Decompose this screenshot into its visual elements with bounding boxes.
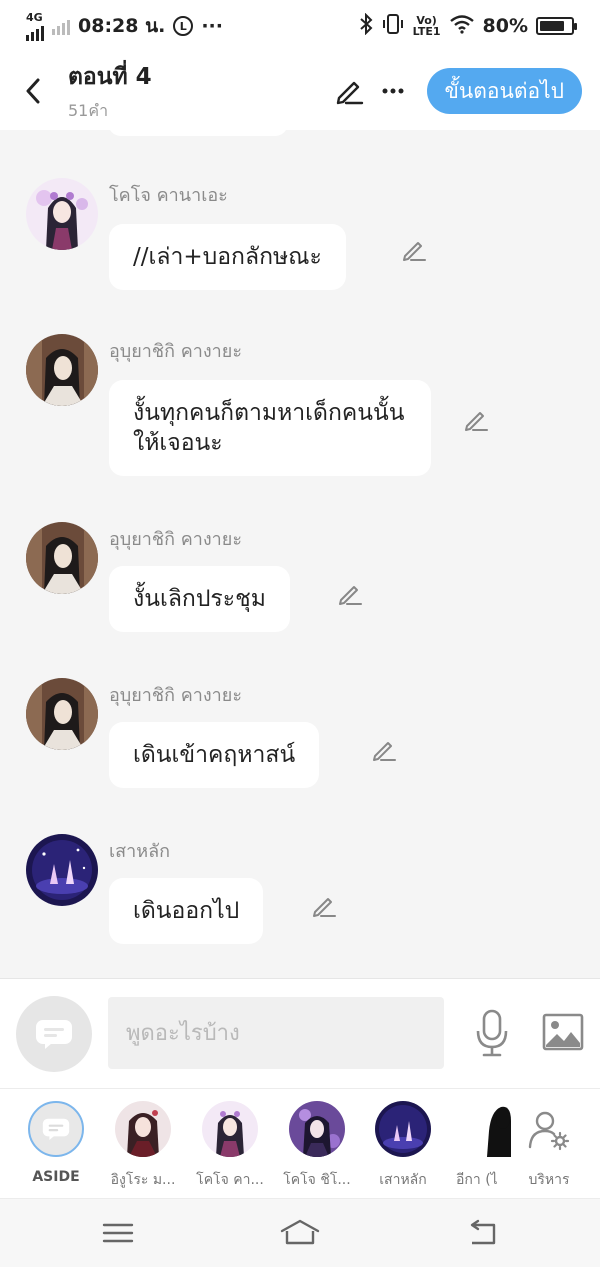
avatar-kagaya[interactable] — [26, 522, 98, 594]
chat-area[interactable]: โคโจ คานาเอะ //เล่า+บอกลักษณะ อุบุยาชิกิ… — [0, 130, 600, 978]
character-avatar — [115, 1101, 171, 1157]
message-bubble[interactable]: เดินออกไป — [109, 878, 264, 944]
page-title: ตอนที่ 4 — [68, 63, 152, 90]
battery-icon — [536, 17, 577, 35]
character-pillar[interactable]: เสาหลัก — [364, 1101, 442, 1191]
sender-name: อุบุยาชิกิ คางายะ — [109, 341, 242, 362]
message-bubble[interactable]: งั้นเลิกประชุม — [109, 566, 290, 632]
character-shinobu[interactable]: โคโจ ชิโ... — [278, 1101, 356, 1191]
home-icon — [280, 1219, 320, 1245]
edit-message-button[interactable] — [310, 892, 338, 920]
character-bar[interactable]: ASIDE อิงูโระ ม... โคโจ คา... โคโจ ชิโ..… — [0, 1088, 600, 1198]
back-arrow-icon — [470, 1219, 496, 1245]
manage-characters-button[interactable]: บริหาร — [510, 1101, 588, 1191]
message-input[interactable] — [108, 997, 444, 1069]
header: ตอนที่ 4 51คำ ขั้นตอนต่อไป — [0, 52, 600, 130]
aside-toggle-button[interactable] — [16, 996, 92, 1072]
character-name: บริหาร — [528, 1172, 570, 1188]
vibrate-icon — [381, 13, 405, 40]
avatar-kanae[interactable] — [26, 178, 98, 250]
edit-message-button[interactable] — [462, 406, 490, 434]
character-obanai[interactable]: อิงูโระ ม... — [104, 1101, 182, 1191]
manage-avatar — [521, 1101, 577, 1157]
message-bubble[interactable]: งั้นทุกคนก็ตามหาเด็กคนนั้นให้เจอนะ — [109, 380, 431, 476]
network-type: 4G — [26, 10, 43, 24]
status-time: 08:28 น. — [78, 15, 166, 37]
edit-message-button[interactable] — [370, 736, 398, 764]
next-step-button[interactable]: ขั้นตอนต่อไป — [426, 68, 582, 114]
more-button[interactable] — [373, 71, 413, 111]
sender-name: เสาหลัก — [109, 841, 171, 862]
back-nav-button[interactable] — [464, 1217, 504, 1249]
avatar-kagaya[interactable] — [26, 678, 98, 750]
avatar-kagaya[interactable] — [26, 334, 98, 406]
pencil-icon — [313, 898, 336, 917]
character-name: อีกา (ไ — [456, 1172, 498, 1188]
pencil-icon — [339, 586, 362, 605]
edit-message-button[interactable] — [336, 580, 364, 608]
system-nav-bar — [0, 1198, 600, 1267]
image-icon — [542, 1013, 584, 1051]
character-name: โคโจ คา... — [196, 1172, 264, 1188]
image-button[interactable] — [542, 1013, 584, 1051]
character-avatar — [460, 1101, 516, 1157]
character-avatar — [289, 1101, 345, 1157]
pencil-icon — [373, 742, 396, 761]
pencil-icon — [336, 81, 363, 105]
word-count: 51คำ — [68, 100, 109, 120]
character-avatar — [375, 1101, 431, 1157]
home-nav-button[interactable] — [280, 1217, 320, 1249]
sender-name: อุบุยาชิกิ คางายะ — [109, 685, 242, 706]
edit-message-button[interactable] — [400, 236, 428, 264]
character-name: ASIDE — [32, 1169, 80, 1185]
character-name: อิงูโระ ม... — [110, 1172, 176, 1188]
input-bar — [0, 978, 600, 1088]
microphone-icon — [476, 1009, 508, 1057]
battery-percent: 80% — [482, 15, 528, 37]
lte-label: LTE1 — [412, 25, 441, 38]
avatar-pillar[interactable] — [26, 834, 98, 906]
wifi-icon — [449, 14, 475, 39]
edit-title-button[interactable] — [329, 71, 369, 111]
pencil-icon — [403, 242, 426, 261]
previous-message-bubble — [108, 130, 288, 136]
chevron-left-icon — [26, 78, 40, 104]
character-kanae[interactable]: โคโจ คา... — [191, 1101, 269, 1191]
speech-bubble-icon — [36, 1020, 72, 1049]
signal-2-icon — [52, 17, 70, 35]
user-settings-icon — [528, 1111, 570, 1151]
more-dots-icon — [382, 88, 404, 94]
back-button[interactable] — [18, 71, 48, 111]
message-bubble[interactable]: เดินเข้าคฤหาสน์ — [109, 722, 320, 788]
signal-icon — [26, 23, 44, 41]
sender-name: อุบุยาชิกิ คางายะ — [109, 529, 242, 550]
sender-name: โคโจ คานาเอะ — [109, 185, 228, 206]
line-icon: L — [173, 16, 194, 36]
bluetooth-icon — [359, 12, 373, 40]
character-crow[interactable]: อีกา (ไ — [452, 1101, 511, 1191]
character-name: เสาหลัก — [379, 1172, 427, 1188]
pencil-icon — [465, 412, 488, 431]
speech-bubble-icon — [42, 1118, 70, 1140]
menu-icon — [102, 1223, 134, 1243]
status-bar: 4G 08:28 น. L ··· Vo) LTE1 80% — [0, 0, 600, 52]
character-avatar — [202, 1101, 258, 1157]
more-notifications: ··· — [201, 15, 223, 37]
character-name: โคโจ ชิโ... — [283, 1172, 351, 1188]
character-aside[interactable]: ASIDE — [17, 1101, 95, 1185]
aside-avatar — [28, 1101, 84, 1157]
menu-nav-button[interactable] — [98, 1217, 138, 1249]
microphone-button[interactable] — [474, 1009, 510, 1057]
title-block: ตอนที่ 4 51คำ — [68, 59, 329, 124]
message-bubble[interactable]: //เล่า+บอกลักษณะ — [109, 224, 346, 290]
